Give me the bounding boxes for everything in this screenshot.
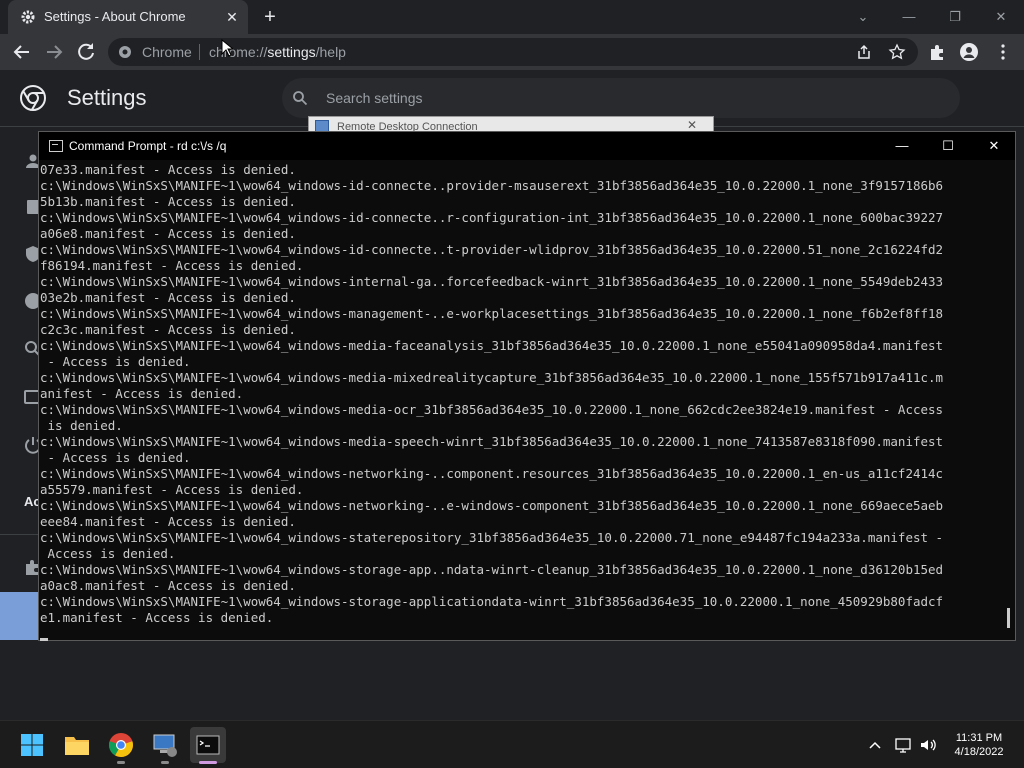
sidebar-divider (0, 534, 40, 535)
console-line: eee84.manifest - Access is denied. (40, 514, 296, 529)
chrome-site-icon (119, 46, 131, 58)
tab-title: Settings - About Chrome (44, 9, 186, 24)
rdc-running-indicator (161, 761, 169, 764)
console-line: e1.manifest - Access is denied. (40, 610, 274, 625)
console-line: anifest - Access is denied. (40, 386, 244, 401)
search-icon (293, 91, 308, 106)
console-line: c:\Windows\WinSxS\MANIFE~1\wow64_windows… (40, 562, 944, 577)
cmd-title-bar[interactable]: Command Prompt - rd c:\/s /q — ☐ ✕ (39, 132, 1015, 160)
more-menu-icon[interactable] (994, 43, 1012, 61)
cmd-icon (49, 140, 63, 152)
clock-time: 11:31 PM (955, 732, 1003, 744)
minimize-button[interactable]: — (886, 4, 932, 30)
omnibox-divider (199, 44, 200, 60)
console-line: 03e2b.manifest - Access is denied. (40, 290, 296, 305)
console-line: - Access is denied. (40, 450, 191, 465)
search-placeholder: Search settings (326, 90, 423, 106)
extensions-puzzle-icon[interactable] (928, 43, 946, 61)
taskbar: 11:31 PM 4/18/2022 (0, 720, 1024, 768)
site-chip-label: Chrome (142, 44, 192, 60)
console-line: c:\Windows\WinSxS\MANIFE~1\wow64_windows… (40, 306, 944, 321)
chrome-running-indicator (117, 761, 125, 764)
terminal-icon (196, 735, 220, 755)
network-icon[interactable] (894, 736, 912, 754)
console-line: f86194.manifest - Access is denied. (40, 258, 304, 273)
file-explorer-icon (65, 737, 89, 755)
tab-search-button[interactable]: ⌄ (840, 4, 886, 30)
system-clock[interactable]: 11:31 PM 4/18/2022 (944, 731, 1014, 759)
file-explorer-button[interactable] (59, 727, 95, 763)
page-title: Settings (67, 85, 147, 110)
console-line: c:\Windows\WinSxS\MANIFE~1\wow64_windows… (40, 498, 944, 513)
console-line: c:\Windows\WinSxS\MANIFE~1\wow64_windows… (40, 370, 944, 385)
console-scrollbar[interactable] (1007, 608, 1010, 628)
tab-settings-about-chrome[interactable]: Settings - About Chrome ✕ (8, 0, 248, 34)
console-output[interactable]: 07e33.manifest - Access is denied. c:\Win… (40, 162, 1002, 632)
back-arrow-icon[interactable] (10, 40, 34, 64)
terminal-active-indicator (199, 761, 217, 764)
share-icon[interactable] (856, 44, 872, 60)
console-line: is denied. (40, 418, 123, 433)
rdc-close-button[interactable]: ✕ (687, 118, 697, 132)
forward-arrow-icon[interactable] (42, 40, 66, 64)
new-tab-button[interactable]: + (260, 6, 280, 28)
console-line: c2c3c.manifest - Access is denied. (40, 322, 296, 337)
console-line: 5b13b.manifest - Access is denied. (40, 194, 296, 209)
console-line: c:\Windows\WinSxS\MANIFE~1\wow64_windows… (40, 594, 944, 609)
restore-button[interactable]: ❐ (932, 4, 978, 30)
console-line: - Access is denied. (40, 354, 191, 369)
tab-strip: Settings - About Chrome ✕ + ⌄ — ❐ ✕ (0, 0, 1024, 34)
cmd-close-button[interactable]: ✕ (971, 136, 1017, 156)
profile-avatar-icon[interactable] (960, 43, 978, 61)
console-cursor (40, 638, 48, 641)
command-prompt-window[interactable]: Command Prompt - rd c:\/s /q — ☐ ✕ 07e33… (38, 131, 1016, 641)
console-line: a55579.manifest - Access is denied. (40, 482, 304, 497)
start-icon (21, 734, 43, 756)
console-line: c:\Windows\WinSxS\MANIFE~1\wow64_windows… (40, 402, 944, 417)
console-line: c:\Windows\WinSxS\MANIFE~1\wow64_windows… (40, 242, 944, 257)
console-line: c:\Windows\WinSxS\MANIFE~1\wow64_windows… (40, 530, 944, 545)
console-line: c:\Windows\WinSxS\MANIFE~1\wow64_windows… (40, 274, 944, 289)
gear-icon (21, 10, 35, 24)
volume-icon[interactable] (919, 736, 937, 754)
console-line: c:\Windows\WinSxS\MANIFE~1\wow64_windows… (40, 178, 944, 193)
remote-desktop-taskbar-button[interactable] (147, 727, 183, 763)
cmd-minimize-button[interactable]: — (879, 136, 925, 156)
browser-toolbar: Chrome chrome://settings/help (0, 34, 1024, 70)
reload-icon[interactable] (74, 40, 98, 64)
clock-date: 4/18/2022 (954, 746, 1004, 758)
chrome-logo-icon (20, 85, 46, 111)
bookmark-star-icon[interactable] (888, 43, 906, 61)
console-line: a06e8.manifest - Access is denied. (40, 226, 296, 241)
console-line: a0ac8.manifest - Access is denied. (40, 578, 296, 593)
cmd-maximize-button[interactable]: ☐ (925, 136, 971, 156)
console-line: c:\Windows\WinSxS\MANIFE~1\wow64_windows… (40, 434, 944, 449)
chrome-icon (109, 733, 133, 757)
start-button[interactable] (14, 727, 50, 763)
console-line: c:\Windows\WinSxS\MANIFE~1\wow64_windows… (40, 466, 944, 481)
console-line: c:\Windows\WinSxS\MANIFE~1\wow64_windows… (40, 210, 944, 225)
console-line: 07e33.manifest - Access is denied. (40, 162, 296, 177)
cmd-title: Command Prompt - rd c:\/s /q (69, 139, 227, 153)
sidebar-item-about-chrome-selected[interactable] (0, 592, 40, 640)
mouse-cursor-icon (221, 39, 233, 57)
close-window-button[interactable]: ✕ (978, 4, 1024, 30)
terminal-taskbar-button[interactable] (190, 727, 226, 763)
settings-search-input[interactable]: Search settings (282, 78, 960, 118)
chevron-up-icon[interactable] (866, 736, 884, 754)
console-line: Access is denied. (40, 546, 176, 561)
console-line: c:\Windows\WinSxS\MANIFE~1\wow64_windows… (40, 338, 944, 353)
remote-desktop-icon (153, 734, 177, 757)
tab-close-icon[interactable]: ✕ (224, 9, 240, 25)
chrome-taskbar-button[interactable] (103, 727, 139, 763)
